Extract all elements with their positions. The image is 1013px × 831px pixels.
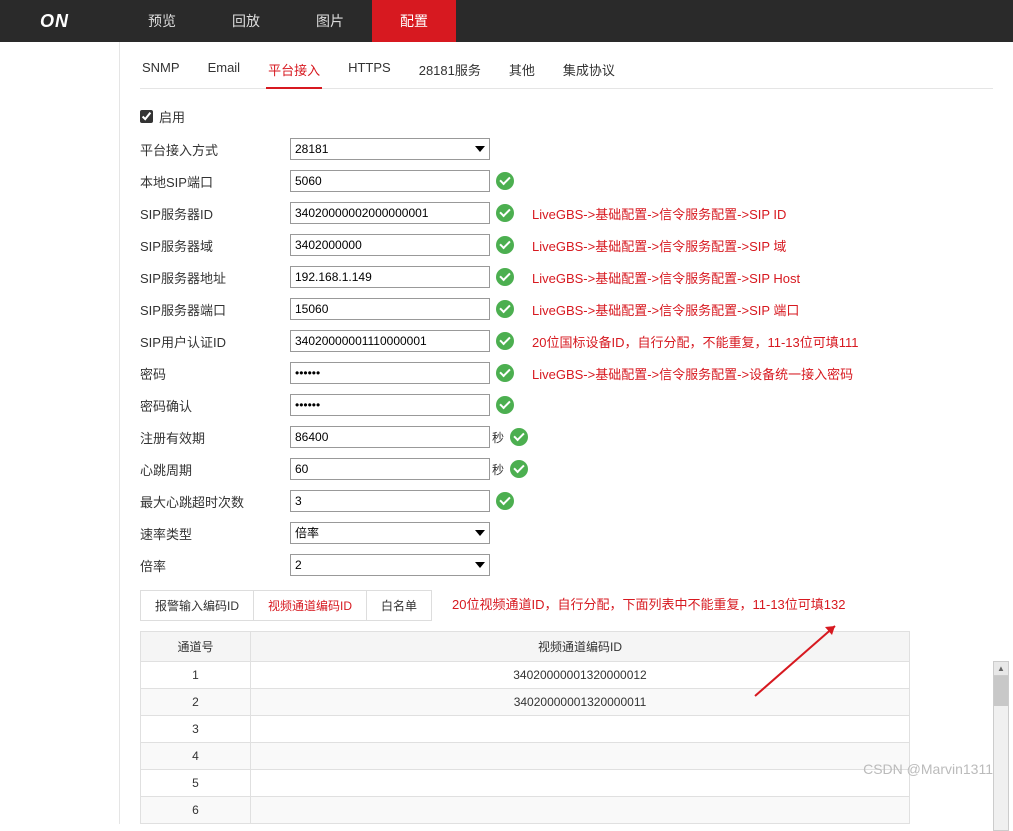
label-multiplier: 倍率 [140,556,290,575]
table-row[interactable]: 3 [141,716,910,743]
annotation-sip-server-addr: LiveGBS->基础配置->信令服务配置->SIP Host [532,268,800,287]
annotation-sip-server-domain: LiveGBS->基础配置->信令服务配置->SIP 域 [532,236,786,255]
top-navbar: ON 预览 回放 图片 配置 [0,0,1013,42]
annotation-password: LiveGBS->基础配置->信令服务配置->设备统一接入密码 [532,364,853,383]
input-heartbeat[interactable] [290,458,490,480]
input-max-hb-timeout[interactable] [290,490,490,512]
table-row[interactable]: 234020000001320000011 [141,689,910,716]
label-password-confirm: 密码确认 [140,396,290,415]
label-reg-valid: 注册有效期 [140,428,290,447]
label-password: 密码 [140,364,290,383]
tab-28181[interactable]: 28181服务 [417,52,483,88]
top-nav: 预览 回放 图片 配置 [120,0,456,42]
check-icon [496,236,514,254]
tab-alarm-input-id[interactable]: 报警输入编码ID [141,591,254,620]
annotation-sip-user-auth-id: 20位国标设备ID，自行分配，不能重复，11-13位可填111 [532,332,859,351]
scroll-thumb[interactable] [994,676,1008,706]
nav-playback[interactable]: 回放 [204,0,288,42]
check-icon [510,460,528,478]
select-speed-type[interactable]: 倍率 [290,522,490,544]
check-icon [496,268,514,286]
label-sip-server-port: SIP服务器端口 [140,300,290,319]
select-multiplier[interactable]: 2 [290,554,490,576]
check-icon [496,204,514,222]
table-row[interactable]: 6 [141,797,910,824]
channel-tabs: 报警输入编码ID 视频通道编码ID 白名单 [140,590,432,621]
enable-label: 启用 [159,107,185,126]
main-panel: SNMP Email 平台接入 HTTPS 28181服务 其他 集成协议 启用… [120,42,1013,824]
label-sip-user-auth-id: SIP用户认证ID [140,332,290,351]
check-icon [496,332,514,350]
config-subtabs: SNMP Email 平台接入 HTTPS 28181服务 其他 集成协议 [140,42,993,89]
label-sip-server-addr: SIP服务器地址 [140,268,290,287]
nav-preview[interactable]: 预览 [120,0,204,42]
check-icon [496,364,514,382]
input-sip-server-id[interactable] [290,202,490,224]
annotation-sip-server-port: LiveGBS->基础配置->信令服务配置->SIP 端口 [532,300,799,319]
input-sip-user-auth-id[interactable] [290,330,490,352]
nav-picture[interactable]: 图片 [288,0,372,42]
tab-https[interactable]: HTTPS [346,52,393,88]
label-heartbeat: 心跳周期 [140,460,290,479]
table-row[interactable]: 4 [141,743,910,770]
input-password-confirm[interactable] [290,394,490,416]
channel-table: 通道号 视频通道编码ID 134020000001320000012 23402… [140,631,910,824]
check-icon [496,300,514,318]
input-reg-valid[interactable] [290,426,490,448]
input-sip-server-addr[interactable] [290,266,490,288]
input-sip-server-port[interactable] [290,298,490,320]
input-password[interactable] [290,362,490,384]
check-icon [496,492,514,510]
logo: ON [0,11,120,32]
channel-table-wrap: 通道号 视频通道编码ID 134020000001320000012 23402… [140,631,993,824]
label-platform-mode: 平台接入方式 [140,140,290,159]
annotation-sip-server-id: LiveGBS->基础配置->信令服务配置->SIP ID [532,204,786,223]
label-sip-server-domain: SIP服务器域 [140,236,290,255]
sidebar [0,42,120,824]
scroll-up-icon[interactable]: ▲ [994,662,1008,676]
label-sip-server-id: SIP服务器ID [140,204,290,223]
label-local-sip-port: 本地SIP端口 [140,172,290,191]
tab-whitelist[interactable]: 白名单 [367,591,431,620]
annotation-channel-tab: 20位视频通道ID，自行分配，下面列表中不能重复，11-13位可填132 [452,594,845,613]
select-platform-mode[interactable]: 28181 [290,138,490,160]
label-speed-type: 速率类型 [140,524,290,543]
check-icon [510,428,528,446]
check-icon [496,172,514,190]
table-row[interactable]: 5 [141,770,910,797]
input-sip-server-domain[interactable] [290,234,490,256]
scrollbar[interactable]: ▲ [993,661,1009,831]
enable-checkbox[interactable] [140,110,153,123]
unit-seconds: 秒 [492,461,504,478]
label-max-hb-timeout: 最大心跳超时次数 [140,492,290,511]
nav-config[interactable]: 配置 [372,0,456,42]
th-channel-id: 视频通道编码ID [251,632,910,662]
watermark: CSDN @Marvin1311 [863,761,993,777]
check-icon [496,396,514,414]
table-row[interactable]: 134020000001320000012 [141,662,910,689]
input-local-sip-port[interactable] [290,170,490,192]
tab-email[interactable]: Email [206,52,243,88]
tab-other[interactable]: 其他 [507,52,537,88]
tab-integration[interactable]: 集成协议 [561,52,617,88]
tab-platform-access[interactable]: 平台接入 [266,52,322,89]
tab-video-channel-id[interactable]: 视频通道编码ID [254,591,367,620]
unit-seconds: 秒 [492,429,504,446]
th-channel-no: 通道号 [141,632,251,662]
tab-snmp[interactable]: SNMP [140,52,182,88]
